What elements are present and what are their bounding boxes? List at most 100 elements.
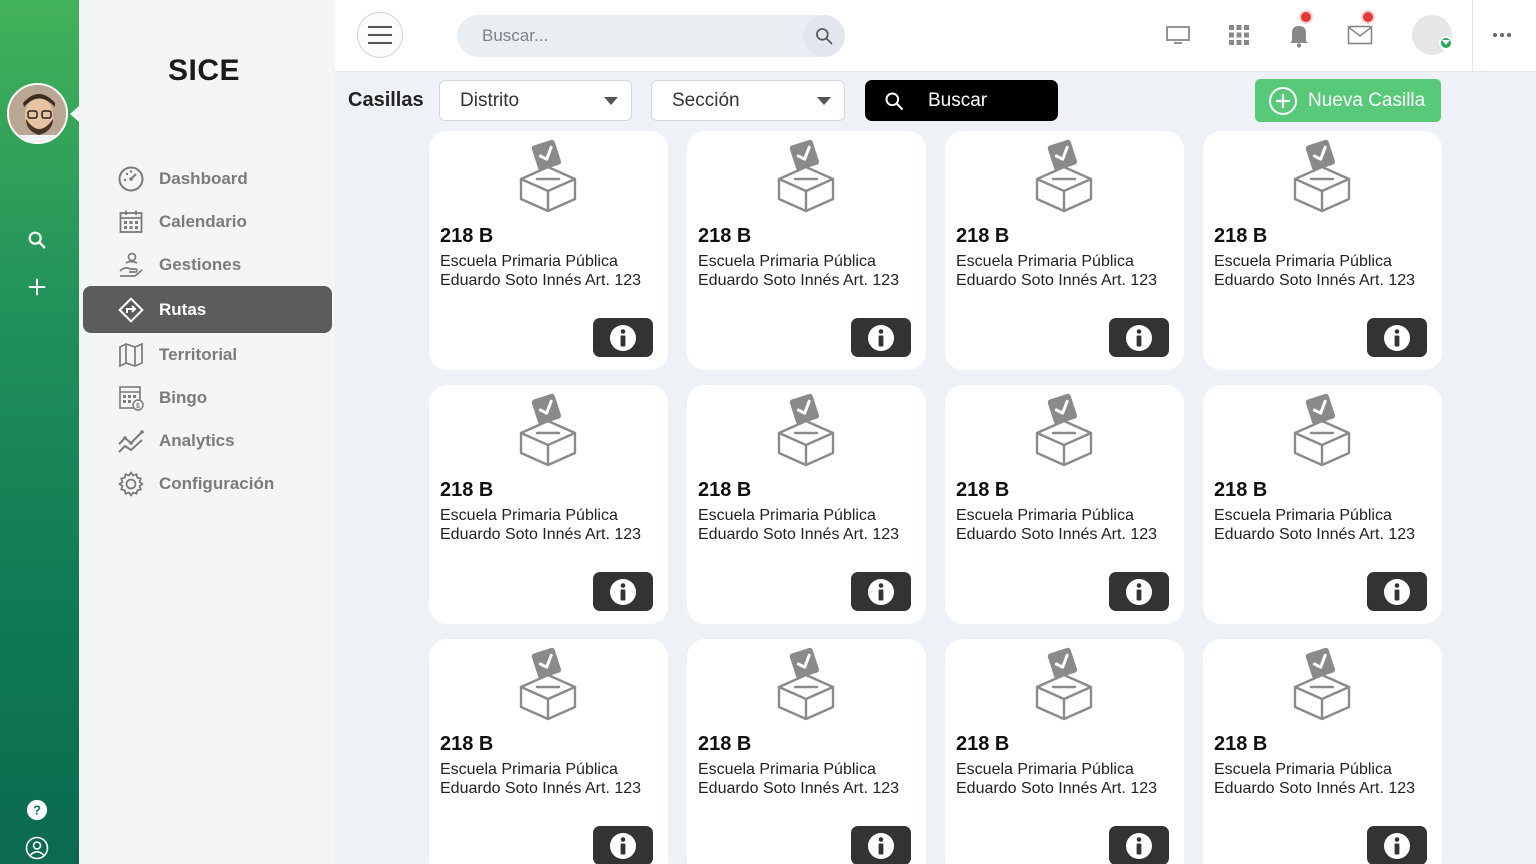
ballot-box-icon — [775, 647, 837, 721]
info-button[interactable] — [593, 826, 653, 864]
sidebar-item-bingo[interactable]: $ Bingo — [83, 376, 332, 419]
ballot-box-icon — [517, 647, 579, 721]
info-icon — [609, 832, 637, 860]
info-button[interactable] — [1109, 826, 1169, 864]
menu-button[interactable] — [357, 12, 403, 58]
casilla-code: 218 B — [440, 225, 494, 247]
nueva-casilla-button[interactable]: Nueva Casilla — [1255, 79, 1441, 122]
info-button[interactable] — [851, 572, 911, 611]
search-icon[interactable] — [24, 227, 50, 253]
map-icon — [119, 342, 143, 367]
more-icon[interactable] — [1487, 20, 1517, 50]
info-button[interactable] — [1367, 826, 1427, 864]
sidebar-item-label: Dashboard — [159, 168, 248, 188]
bell-icon[interactable] — [1284, 20, 1314, 50]
casilla-code: 218 B — [1214, 733, 1268, 755]
sidebar-item-gestiones[interactable]: Gestiones — [83, 243, 332, 286]
casilla-code: 218 B — [698, 225, 752, 247]
info-button[interactable] — [851, 318, 911, 357]
casilla-card[interactable]: 218 B Escuela Primaria Pública Eduardo So… — [429, 385, 668, 624]
casilla-description: Escuela Primaria Pública Eduardo Soto In… — [440, 253, 642, 289]
casilla-description: Escuela Primaria Pública Eduardo Soto In… — [698, 253, 900, 289]
ballot-box-icon — [1033, 139, 1095, 213]
plus-icon[interactable] — [24, 274, 50, 300]
info-icon — [867, 832, 895, 860]
info-button[interactable] — [1367, 572, 1427, 611]
svg-text:$: $ — [136, 403, 140, 410]
casilla-code: 218 B — [1214, 479, 1268, 501]
casilla-code: 218 B — [698, 733, 752, 755]
user-menu-chevron[interactable] — [1439, 36, 1453, 50]
sidebar-item-analytics[interactable]: Analytics — [83, 419, 332, 462]
casilla-card[interactable]: 218 B Escuela Primaria Pública Eduardo So… — [1203, 385, 1442, 624]
info-icon — [1383, 832, 1411, 860]
svg-text:?: ? — [33, 803, 41, 818]
avatar[interactable] — [7, 83, 68, 144]
casilla-description: Escuela Primaria Pública Eduardo Soto In… — [1214, 761, 1416, 797]
chevron-down-icon — [1442, 40, 1450, 45]
nueva-casilla-label: Nueva Casilla — [1308, 89, 1426, 111]
search-icon — [816, 28, 833, 45]
sidebar-item-label: Territorial — [159, 344, 238, 364]
casilla-card[interactable]: 218 B Escuela Primaria Pública Eduardo So… — [687, 639, 926, 864]
mail-icon[interactable] — [1345, 20, 1375, 50]
route-icon — [118, 296, 144, 323]
sidebar-item-calendario[interactable]: Calendario — [83, 200, 332, 243]
casilla-code: 218 B — [440, 733, 494, 755]
casilla-card[interactable]: 218 B Escuela Primaria Pública Eduardo So… — [1203, 131, 1442, 370]
info-icon — [609, 324, 637, 352]
sidebar-item-rutas[interactable]: Rutas — [83, 286, 332, 333]
mail-badge — [1361, 10, 1375, 24]
info-button[interactable] — [1109, 318, 1169, 357]
monitor-icon[interactable] — [1163, 20, 1193, 50]
sidebar-item-label: Rutas — [159, 299, 207, 319]
casilla-card[interactable]: 218 B Escuela Primaria Pública Eduardo So… — [945, 639, 1184, 864]
info-icon — [867, 324, 895, 352]
sidebar-item-label: Gestiones — [159, 254, 242, 274]
seccion-select[interactable]: Sección — [651, 80, 845, 121]
casilla-description: Escuela Primaria Pública Eduardo Soto In… — [440, 507, 642, 543]
search-bar — [457, 15, 845, 57]
info-button[interactable] — [593, 572, 653, 611]
casilla-card[interactable]: 218 B Escuela Primaria Pública Eduardo So… — [429, 639, 668, 864]
casilla-code: 218 B — [1214, 225, 1268, 247]
info-button[interactable] — [851, 826, 911, 864]
casilla-code: 218 B — [956, 225, 1010, 247]
info-button[interactable] — [1367, 318, 1427, 357]
casilla-description: Escuela Primaria Pública Eduardo Soto In… — [440, 761, 642, 797]
account-icon[interactable] — [24, 835, 50, 861]
page-title: Casillas — [348, 89, 424, 111]
casilla-card[interactable]: 218 B Escuela Primaria Pública Eduardo So… — [1203, 639, 1442, 864]
hand-coin-icon — [119, 252, 143, 277]
help-icon[interactable]: ? — [24, 797, 50, 823]
casilla-card[interactable]: 218 B Escuela Primaria Pública Eduardo So… — [429, 131, 668, 370]
search-input[interactable] — [482, 26, 802, 46]
casilla-card[interactable]: 218 B Escuela Primaria Pública Eduardo So… — [945, 385, 1184, 624]
ballot-box-icon — [517, 393, 579, 467]
casilla-card[interactable]: 218 B Escuela Primaria Pública Eduardo So… — [687, 385, 926, 624]
info-icon — [1125, 832, 1153, 860]
calendar-icon — [119, 210, 143, 233]
left-rail: ? — [0, 0, 79, 864]
sidebar-item-dashboard[interactable]: Dashboard — [83, 157, 332, 200]
info-button[interactable] — [1109, 572, 1169, 611]
search-button[interactable] — [803, 15, 845, 57]
analytics-icon — [118, 429, 144, 453]
buscar-button[interactable]: Buscar — [865, 80, 1058, 121]
plus-circle-icon — [1269, 86, 1297, 115]
ballot-box-icon — [1291, 647, 1353, 721]
casilla-card[interactable]: 218 B Escuela Primaria Pública Eduardo So… — [945, 131, 1184, 370]
apps-grid-icon[interactable] — [1224, 20, 1254, 50]
casilla-card[interactable]: 218 B Escuela Primaria Pública Eduardo So… — [687, 131, 926, 370]
topbar-divider — [1472, 0, 1473, 72]
gear-icon — [118, 471, 144, 496]
casilla-code: 218 B — [956, 733, 1010, 755]
info-button[interactable] — [593, 318, 653, 357]
casilla-description: Escuela Primaria Pública Eduardo Soto In… — [1214, 253, 1416, 289]
distrito-select-value: Distrito — [460, 89, 520, 111]
sidebar-item-territorial[interactable]: Territorial — [83, 333, 332, 376]
top-bar — [335, 0, 1536, 72]
sidebar-item-configuracion[interactable]: Configuración — [83, 462, 332, 505]
distrito-select[interactable]: Distrito — [439, 80, 632, 121]
info-icon — [867, 578, 895, 606]
